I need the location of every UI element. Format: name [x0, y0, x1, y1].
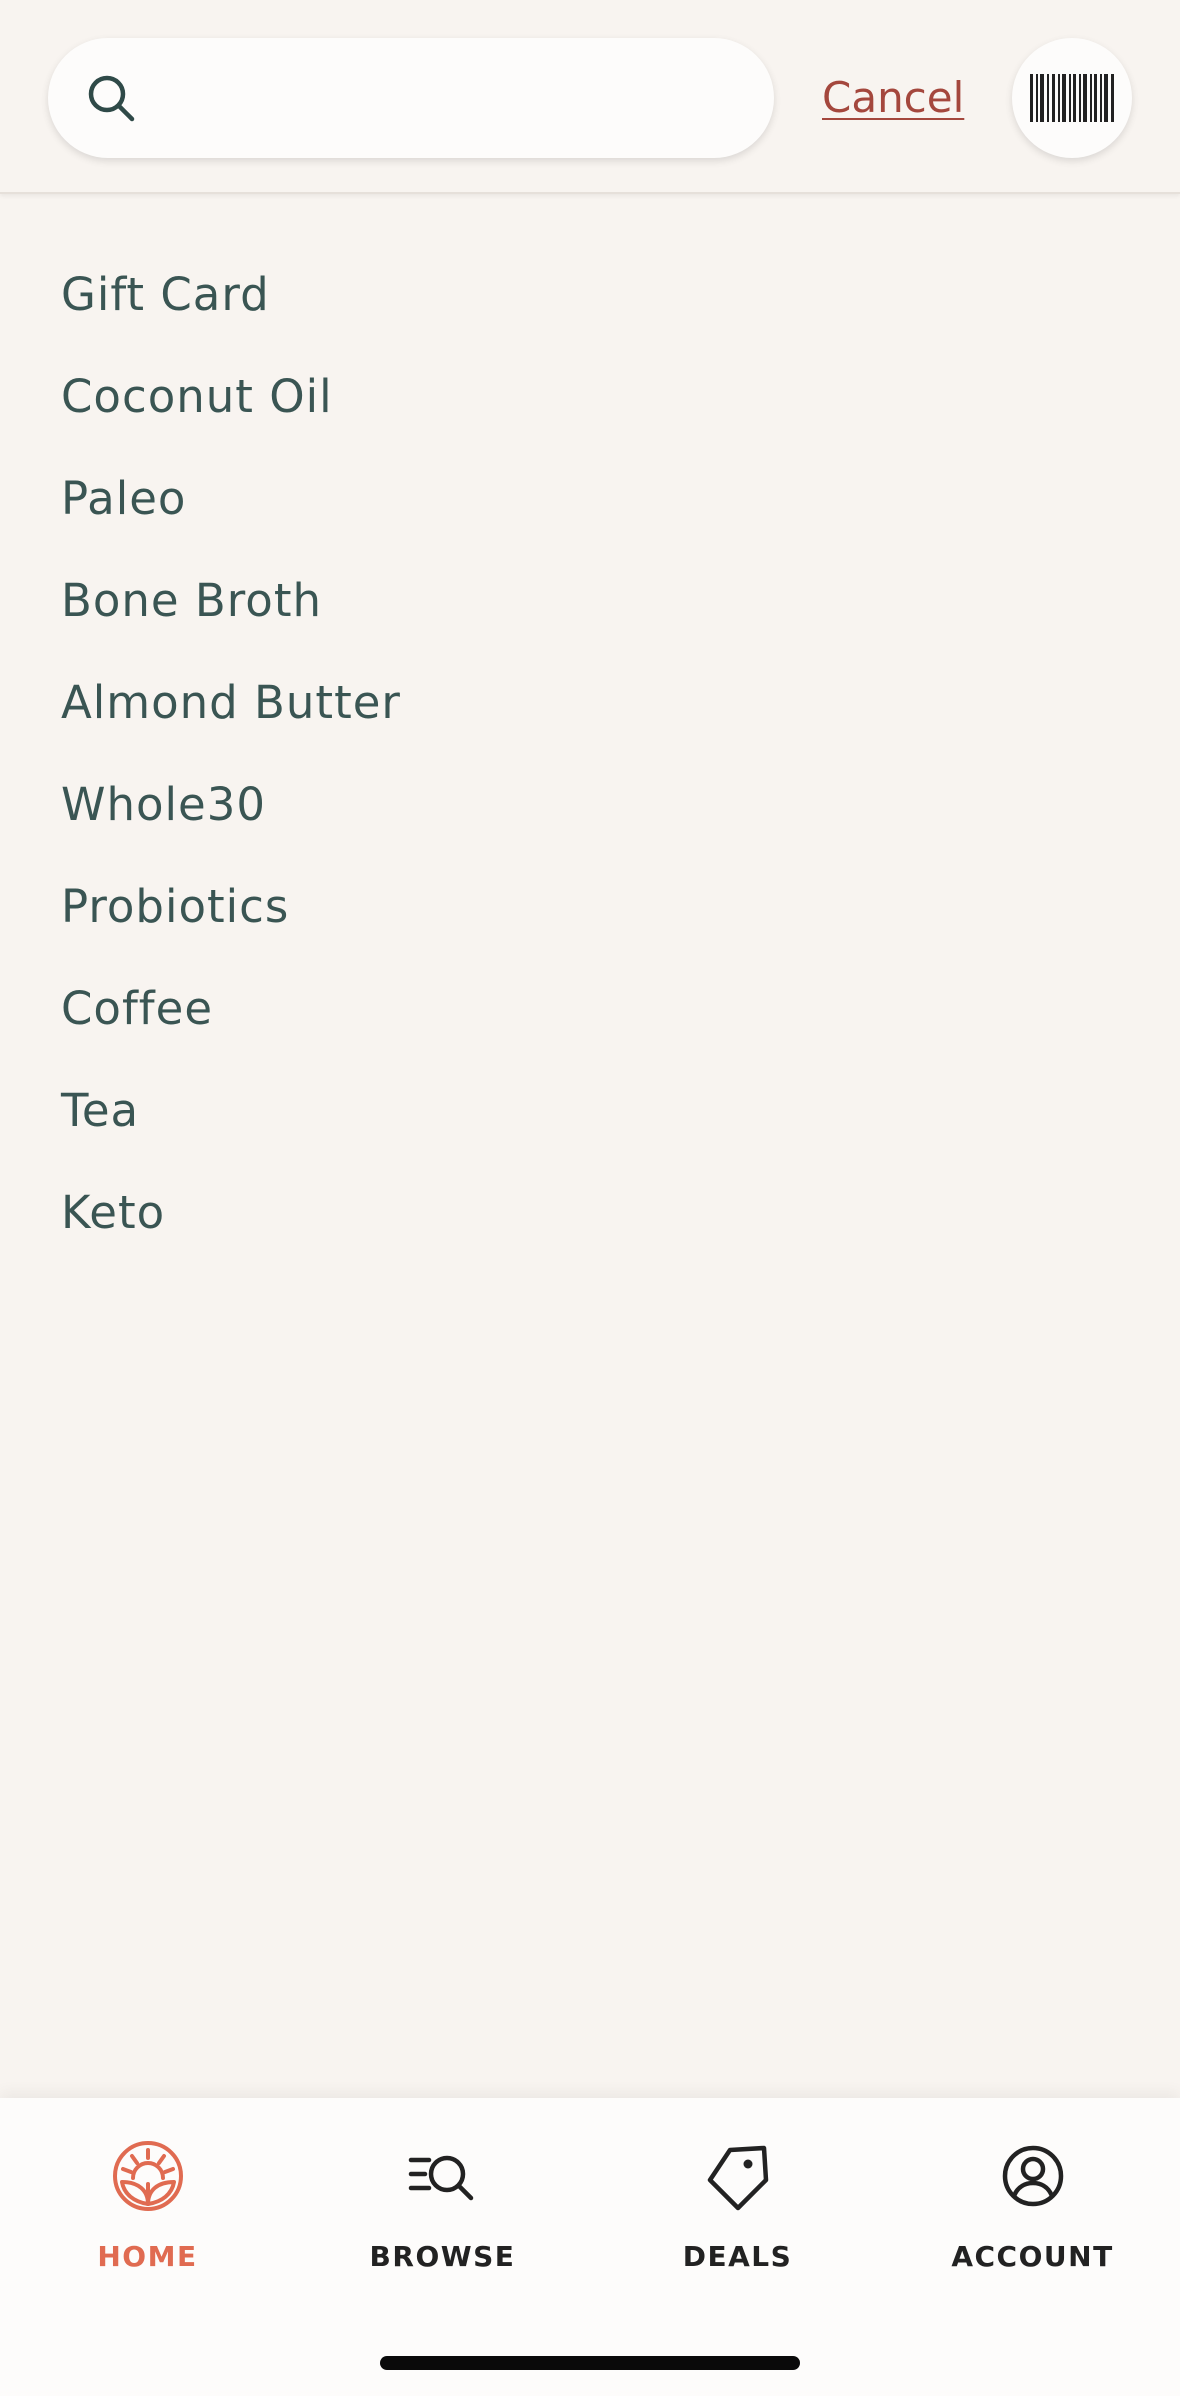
tab-deals[interactable]: DEALS [590, 2138, 885, 2288]
barcode-icon [1030, 74, 1114, 122]
tab-label: DEALS [682, 2240, 793, 2273]
home-indicator [380, 2356, 800, 2370]
tab-label: BROWSE [369, 2240, 516, 2273]
suggestion-item[interactable]: Probiotics [0, 856, 1180, 958]
browse-search-icon [408, 2155, 473, 2201]
cancel-button[interactable]: Cancel [822, 70, 964, 126]
tab-label: ACCOUNT [951, 2240, 1114, 2273]
suggestion-item[interactable]: Paleo [0, 448, 1180, 550]
suggestion-list: Gift Card Coconut Oil Paleo Bone Broth A… [0, 244, 1180, 1264]
suggestion-item[interactable]: Coffee [0, 958, 1180, 1060]
search-box[interactable] [48, 38, 774, 158]
suggestion-item[interactable]: Bone Broth [0, 550, 1180, 652]
tab-home[interactable]: HOME [0, 2138, 295, 2288]
suggestion-item[interactable]: Coconut Oil [0, 346, 1180, 448]
suggestion-item[interactable]: Keto [0, 1162, 1180, 1264]
bottom-tab-bar: HOME BROWSE DEALS ACCOUNT [0, 2098, 1180, 2396]
tab-label: HOME [97, 2240, 198, 2273]
account-icon [1002, 2145, 1063, 2207]
suggestion-item[interactable]: Gift Card [0, 244, 1180, 346]
search-screen: Cancel Gift Card Coconut Oil Paleo Bone … [0, 0, 1180, 2396]
search-input[interactable] [166, 58, 736, 138]
tab-account[interactable]: ACCOUNT [885, 2138, 1180, 2288]
search-header: Cancel [0, 0, 1180, 194]
barcode-scan-button[interactable] [1012, 38, 1132, 158]
suggestion-item[interactable]: Whole30 [0, 754, 1180, 856]
suggestion-item[interactable]: Almond Butter [0, 652, 1180, 754]
tag-icon [707, 2145, 768, 2211]
home-logo-icon [112, 2141, 183, 2211]
tab-browse[interactable]: BROWSE [295, 2138, 590, 2288]
search-icon [88, 75, 135, 122]
suggestion-item[interactable]: Tea [0, 1060, 1180, 1162]
